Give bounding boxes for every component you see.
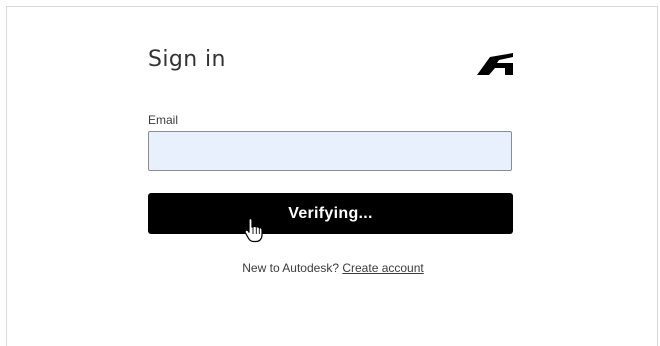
- autodesk-logo-icon: [477, 53, 513, 75]
- signin-card: Sign in Email Verifying... New to Autode…: [6, 6, 658, 346]
- email-label: Email: [148, 113, 179, 127]
- page-title: Sign in: [148, 47, 226, 72]
- verifying-button-label: Verifying...: [288, 204, 373, 222]
- signup-prompt-line: New to Autodesk? Create account: [7, 261, 659, 275]
- email-field[interactable]: [148, 131, 512, 171]
- verifying-button[interactable]: Verifying...: [148, 193, 513, 234]
- signup-prompt-text: New to Autodesk?: [242, 261, 339, 275]
- create-account-link[interactable]: Create account: [342, 261, 423, 275]
